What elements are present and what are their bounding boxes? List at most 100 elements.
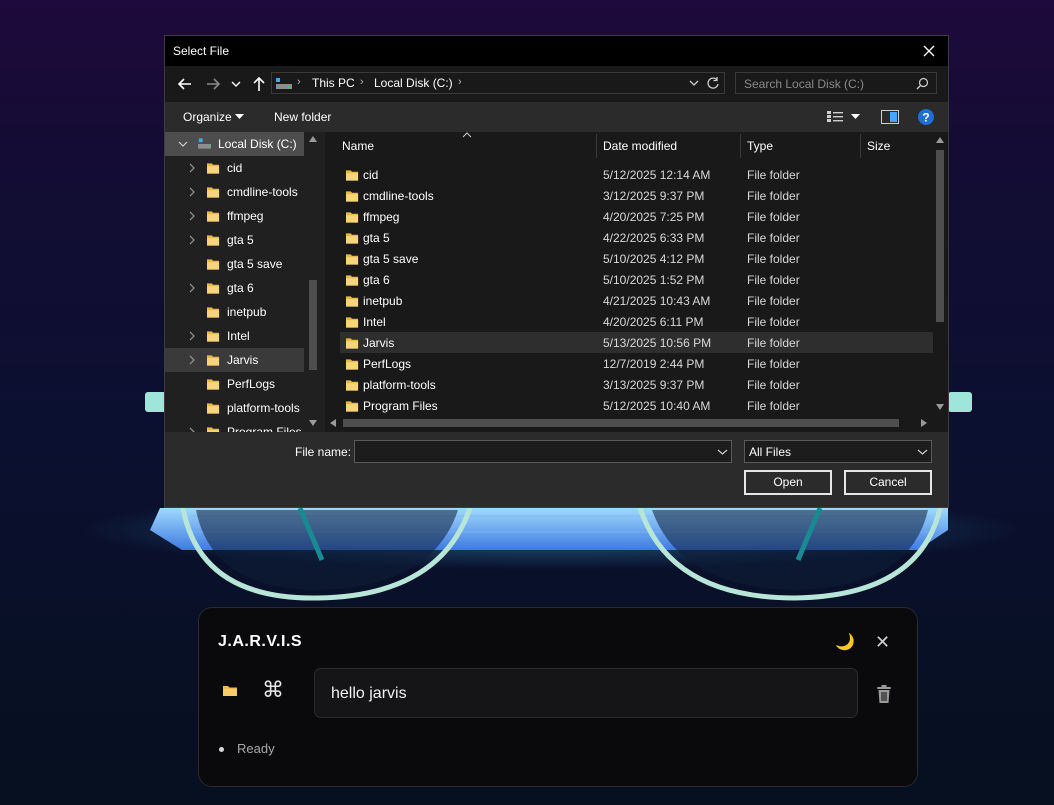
file-row[interactable]: ffmpeg 4/20/2025 7:25 PM File folder (340, 206, 933, 227)
nav-item-label: gta 6 (227, 281, 254, 295)
file-row[interactable]: cid 5/12/2025 12:14 AM File folder (340, 164, 933, 185)
breadcrumb-local-disk[interactable]: Local Disk (C:) (374, 76, 453, 90)
nav-scroll-thumb[interactable] (309, 280, 317, 370)
nav-item[interactable]: platform-tools (165, 396, 304, 420)
nav-item[interactable]: cmdline-tools (165, 180, 304, 204)
file-type-cell: File folder (747, 273, 800, 287)
list-hscroll-thumb[interactable] (343, 419, 899, 427)
chevron-down-icon[interactable] (178, 138, 188, 150)
chevron-right-icon[interactable] (187, 186, 197, 198)
file-row[interactable]: Jarvis 5/13/2025 10:56 PM File folder (340, 332, 933, 353)
chevron-right-icon[interactable] (187, 282, 197, 294)
chevron-right-icon[interactable] (187, 354, 197, 366)
address-bar[interactable]: › This PC › Local Disk (C:) › (271, 72, 725, 94)
close-icon[interactable]: ✕ (875, 632, 890, 653)
nav-item[interactable]: Jarvis (165, 348, 304, 372)
chevron-right-icon[interactable] (187, 210, 197, 222)
chevron-right-icon[interactable] (187, 234, 197, 246)
file-type-cell: File folder (747, 210, 800, 224)
nav-scrollbar[interactable] (304, 132, 322, 432)
nav-item[interactable]: gta 5 save (165, 252, 304, 276)
list-horizontal-scrollbar[interactable] (325, 414, 932, 432)
file-row[interactable]: gta 5 save 5/10/2025 4:12 PM File folder (340, 248, 933, 269)
moon-icon[interactable]: 🌙 (835, 632, 855, 652)
new-folder-button[interactable]: New folder (274, 110, 331, 124)
column-header-size[interactable]: Size (860, 132, 932, 160)
command-icon[interactable]: ⌘ (262, 678, 284, 703)
list-scroll-thumb[interactable] (936, 150, 944, 322)
refresh-icon[interactable] (706, 76, 720, 90)
nav-item[interactable]: gta 5 (165, 228, 304, 252)
file-row[interactable]: inetpub 4/21/2025 10:43 AM File folder (340, 290, 933, 311)
address-row: › This PC › Local Disk (C:) › Search Loc… (165, 66, 948, 102)
file-name-field[interactable] (354, 440, 732, 463)
back-arrow-icon[interactable] (175, 74, 195, 94)
chevron-down-icon[interactable] (688, 78, 700, 88)
chevron-down-icon[interactable] (851, 114, 860, 120)
jarvis-panel: J.A.R.V.I.S 🌙 ✕ ⌘ hello jarvis Ready (198, 607, 918, 787)
search-placeholder: Search Local Disk (C:) (744, 77, 865, 91)
file-type-cell: File folder (747, 294, 800, 308)
chevron-down-icon[interactable] (235, 114, 244, 120)
folder-icon (207, 235, 220, 246)
search-icon[interactable] (916, 77, 929, 90)
chevron-down-icon[interactable] (917, 448, 928, 456)
nav-item[interactable]: ffmpeg (165, 204, 304, 228)
file-date-cell: 5/12/2025 10:40 AM (603, 399, 711, 413)
scroll-left-icon[interactable] (330, 419, 336, 427)
nav-item[interactable]: Program Files (165, 420, 304, 432)
file-row[interactable]: cmdline-tools 3/12/2025 9:37 PM File folde… (340, 185, 933, 206)
file-row[interactable]: PerfLogs 12/7/2019 2:44 PM File folder (340, 353, 933, 374)
scroll-down-icon[interactable] (936, 404, 944, 410)
nav-item[interactable]: cid (165, 156, 304, 180)
chevron-down-icon[interactable] (717, 448, 728, 456)
column-header-date[interactable]: Date modified (596, 132, 740, 160)
scroll-right-icon[interactable] (921, 419, 927, 427)
view-options-icon[interactable] (827, 110, 845, 123)
file-type-cell: File folder (747, 357, 800, 371)
file-type-select[interactable]: All Files (744, 440, 932, 463)
folder-icon (346, 401, 359, 412)
file-date-cell: 5/12/2025 12:14 AM (603, 168, 711, 182)
scroll-up-icon[interactable] (936, 137, 944, 143)
recent-locations-chevron-icon[interactable] (229, 74, 243, 94)
file-row[interactable]: Program Files 5/12/2025 10:40 AM File fold… (340, 395, 933, 416)
dialog-titlebar[interactable]: Select File (165, 36, 948, 66)
folder-icon (346, 191, 359, 202)
nav-item[interactable]: inetpub (165, 300, 304, 324)
up-arrow-icon[interactable] (249, 74, 269, 94)
breadcrumb-this-pc[interactable]: This PC (312, 76, 355, 90)
help-icon[interactable]: ? (918, 109, 934, 125)
list-vertical-scrollbar[interactable] (932, 132, 948, 414)
file-row[interactable]: gta 6 5/10/2025 1:52 PM File folder (340, 269, 933, 290)
nav-item-label: gta 5 (227, 233, 254, 247)
chat-input[interactable]: hello jarvis (314, 668, 858, 718)
file-row[interactable]: platform-tools 3/13/2025 9:37 PM File fold… (340, 374, 933, 395)
organize-menu[interactable]: Organize (183, 110, 232, 124)
folder-icon[interactable] (222, 683, 238, 702)
close-icon[interactable] (918, 40, 940, 62)
chevron-right-icon[interactable] (187, 162, 197, 174)
forward-arrow-icon[interactable] (203, 74, 223, 94)
trash-icon[interactable] (875, 684, 893, 704)
preview-pane-icon[interactable] (881, 110, 899, 124)
file-type-cell: File folder (747, 168, 800, 182)
scroll-up-icon[interactable] (309, 136, 317, 142)
file-date-cell: 4/21/2025 10:43 AM (603, 294, 711, 308)
nav-item[interactable]: PerfLogs (165, 372, 304, 396)
search-input[interactable]: Search Local Disk (C:) (735, 72, 937, 94)
folder-icon (346, 359, 359, 370)
chevron-right-icon[interactable] (187, 330, 197, 342)
file-row[interactable]: gta 5 4/22/2025 6:33 PM File folder (340, 227, 933, 248)
scroll-down-icon[interactable] (309, 420, 317, 426)
nav-item[interactable]: Local Disk (C:) (165, 132, 304, 156)
column-header-name[interactable]: Name (335, 132, 597, 160)
file-row[interactable]: Intel 4/20/2025 6:11 PM File folder (340, 311, 933, 332)
folder-icon (346, 317, 359, 328)
column-header-type[interactable]: Type (740, 132, 860, 160)
nav-item-label: cid (227, 161, 243, 175)
nav-item[interactable]: gta 6 (165, 276, 304, 300)
nav-item[interactable]: Intel (165, 324, 304, 348)
cancel-button[interactable]: Cancel (844, 470, 932, 495)
open-button[interactable]: Open (744, 470, 832, 495)
